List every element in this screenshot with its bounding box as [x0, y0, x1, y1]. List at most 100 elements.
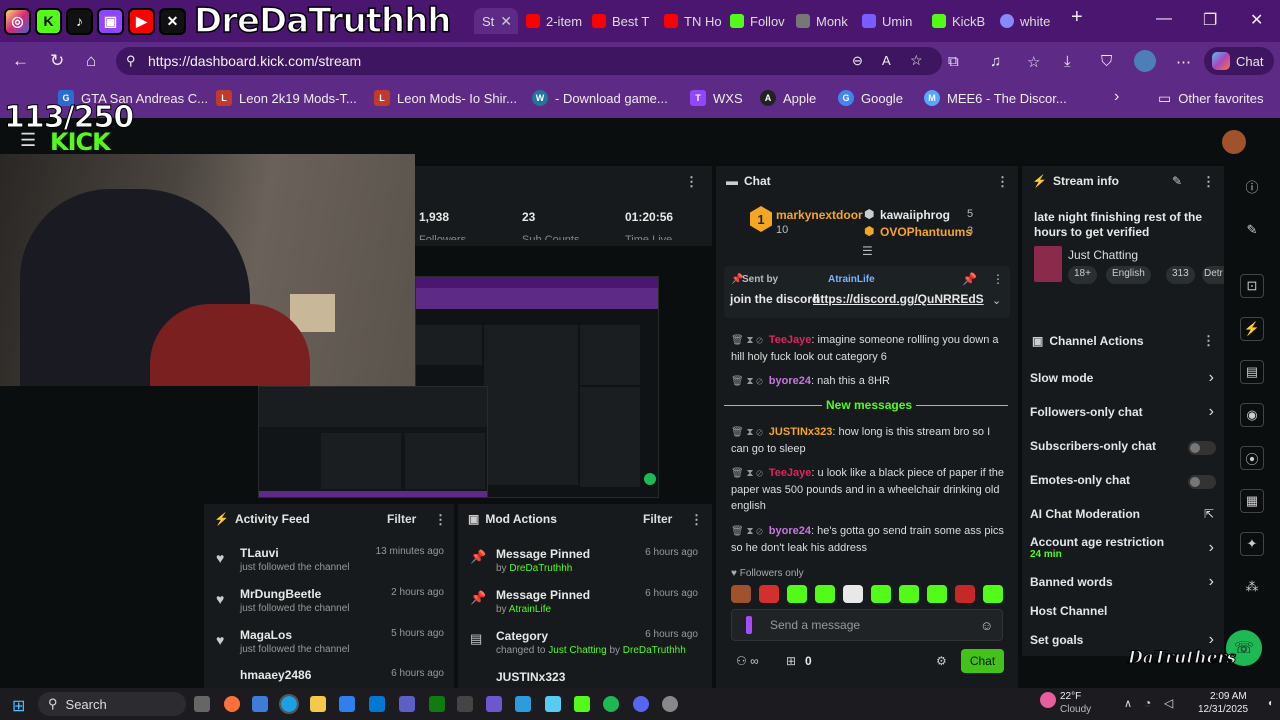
new-tab-icon[interactable]: + — [1071, 6, 1083, 29]
emotes-only-action[interactable]: Emotes-only chat — [1030, 473, 1220, 493]
download-icon[interactable]: ⤓ — [1064, 53, 1071, 70]
chat-user[interactable]: JUSTINx323 — [769, 426, 833, 438]
kick-app-icon[interactable] — [574, 696, 590, 712]
message-actions-icon[interactable]: 🗑 ⧗ ⊘ — [731, 427, 763, 438]
copilot-chat-button[interactable]: Chat — [1204, 47, 1274, 75]
other-favorites-folder[interactable]: ▭ Other favorites — [1158, 90, 1264, 107]
back-icon[interactable]: ← — [12, 51, 29, 71]
camera-icon[interactable]: ⊡ — [1240, 274, 1264, 298]
leader-name[interactable]: markynextdoor — [776, 208, 863, 222]
bookmark-wxs[interactable]: T WXS — [690, 90, 743, 106]
emote[interactable] — [871, 585, 891, 603]
feed-user[interactable]: TLauvi — [240, 546, 279, 560]
emote[interactable] — [927, 585, 947, 603]
site-info-icon[interactable]: ⚲ — [126, 53, 136, 69]
unpin-icon[interactable]: 📌 — [962, 272, 977, 286]
document-icon[interactable]: ▤ — [1240, 360, 1264, 384]
chat-bubble-icon[interactable]: ◉ — [1240, 403, 1264, 427]
copilot-icon[interactable] — [252, 696, 268, 712]
pinned-user[interactable]: AtrainLife — [828, 274, 875, 285]
more-options-icon[interactable]: ⋮ — [992, 272, 1004, 286]
chat-user[interactable]: byore24 — [769, 525, 811, 537]
discord-icon[interactable] — [633, 696, 649, 712]
kick-logo[interactable]: KICK — [50, 128, 111, 156]
more-options-icon[interactable]: ⋮ — [685, 174, 698, 190]
emote[interactable] — [983, 585, 1003, 603]
app-icon[interactable] — [486, 696, 502, 712]
emotes-only-toggle[interactable] — [1188, 475, 1216, 489]
bookmark-google[interactable]: G Google — [838, 90, 903, 106]
host-channel-action[interactable]: Host Channel — [1030, 604, 1220, 624]
tab-youtube-2[interactable]: Best T — [592, 8, 650, 34]
clock-time[interactable]: 2:09 AM — [1210, 691, 1247, 702]
outlook-icon[interactable] — [369, 696, 385, 712]
info-icon[interactable]: ⓘ — [1240, 174, 1264, 198]
chevron-right-icon[interactable]: › — [1114, 88, 1119, 106]
edge-icon[interactable] — [279, 694, 299, 714]
volume-icon[interactable]: ◁ — [1164, 696, 1173, 710]
collapse-icon[interactable]: ☰ — [862, 244, 873, 258]
category-name[interactable]: Just Chatting — [1068, 248, 1138, 262]
home-icon[interactable]: ⌂ — [86, 51, 96, 71]
tab-youtube-1[interactable]: 2-item — [526, 8, 584, 34]
feed-user[interactable]: MrDungBeetle — [240, 587, 321, 601]
feed-user[interactable]: hmaaey2486 — [240, 668, 311, 682]
more-options-icon[interactable]: ⋮ — [690, 512, 703, 528]
xbox-icon[interactable] — [429, 696, 445, 712]
gift-icon[interactable]: ⊞ — [786, 654, 796, 668]
emoji-icon[interactable]: ☺ — [980, 618, 993, 633]
tray-chevron-icon[interactable]: ∧ — [1124, 697, 1132, 710]
chat-user[interactable]: TeeJaye — [769, 334, 812, 346]
emote[interactable] — [955, 585, 975, 603]
more-options-icon[interactable]: ⋮ — [434, 512, 447, 528]
emote[interactable] — [787, 585, 807, 603]
refresh-icon[interactable]: ↻ — [50, 51, 64, 71]
followers-only-action[interactable]: Followers-only chat › — [1030, 403, 1220, 425]
lightning-icon[interactable]: ⚡ — [1240, 317, 1264, 341]
account-age-action[interactable]: Account age restriction 24 min › — [1030, 535, 1220, 563]
message-actions-icon[interactable]: 🗑 ⧗ ⊘ — [731, 526, 763, 537]
app-icon[interactable] — [457, 696, 473, 712]
message-actions-icon[interactable]: 🗑 ⧗ ⊘ — [731, 468, 763, 479]
emote[interactable] — [843, 585, 863, 603]
url-input[interactable]: ⚲ https://dashboard.kick.com/stream ⊖ A … — [116, 47, 942, 75]
spotify-icon[interactable] — [603, 696, 619, 712]
task-view-icon[interactable] — [194, 696, 210, 712]
taskbar-search[interactable]: ⚲ Search — [38, 692, 186, 716]
bookmark-mee6[interactable]: M MEE6 - The Discor... — [924, 90, 1067, 106]
restore-icon[interactable]: ❐ — [1203, 10, 1217, 30]
close-icon[interactable]: ✕ — [500, 13, 512, 30]
minimize-icon[interactable]: — — [1156, 10, 1172, 28]
teams-icon[interactable] — [399, 696, 415, 712]
banned-words-action[interactable]: Banned words › — [1030, 573, 1220, 595]
read-aloud-icon[interactable]: A — [882, 53, 891, 68]
clock-date[interactable]: 12/31/2025 — [1198, 704, 1248, 715]
chat-input[interactable]: Send a message ☺ — [731, 609, 1003, 641]
extensions-icon[interactable]: ⧉ — [948, 53, 959, 70]
collections-icon[interactable]: ☆ — [1027, 53, 1040, 71]
broadcast-icon[interactable]: ⦿ — [1240, 446, 1264, 470]
zoom-icon[interactable]: ⊖ — [852, 53, 863, 69]
media-icon[interactable]: ♫ — [990, 53, 1001, 70]
subscribers-only-action[interactable]: Subscribers-only chat — [1030, 439, 1220, 459]
bookmark-apple[interactable]: A Apple — [760, 90, 816, 106]
tab-kickbot[interactable]: KickB — [932, 8, 990, 34]
bookmark-download-game[interactable]: W - Download game... — [532, 90, 668, 106]
close-window-icon[interactable]: ✕ — [1250, 10, 1263, 30]
file-explorer-icon[interactable] — [310, 696, 326, 712]
bookmark-leon-2k19[interactable]: L Leon 2k19 Mods-T... — [216, 90, 357, 106]
profile-avatar[interactable] — [1134, 50, 1156, 72]
tab-youtube-3[interactable]: TN Ho — [664, 8, 722, 34]
layout-icon[interactable]: ▦ — [1240, 489, 1264, 513]
emote[interactable] — [759, 585, 779, 603]
emote[interactable] — [815, 585, 835, 603]
app-icon[interactable] — [515, 696, 531, 712]
windows-start-icon[interactable]: ⊞ — [12, 696, 25, 716]
chat-user[interactable]: byore24 — [769, 375, 811, 387]
ai-moderation-action[interactable]: AI Chat Moderation ⇱ — [1030, 507, 1220, 527]
discord-link[interactable]: https://discord.gg/QuNRREdS — [813, 292, 984, 306]
subscribers-only-toggle[interactable] — [1188, 441, 1216, 455]
network-icon[interactable]: ◔ — [1144, 696, 1151, 710]
pencil-icon[interactable]: ✎ — [1240, 218, 1264, 242]
emote[interactable] — [731, 585, 751, 603]
